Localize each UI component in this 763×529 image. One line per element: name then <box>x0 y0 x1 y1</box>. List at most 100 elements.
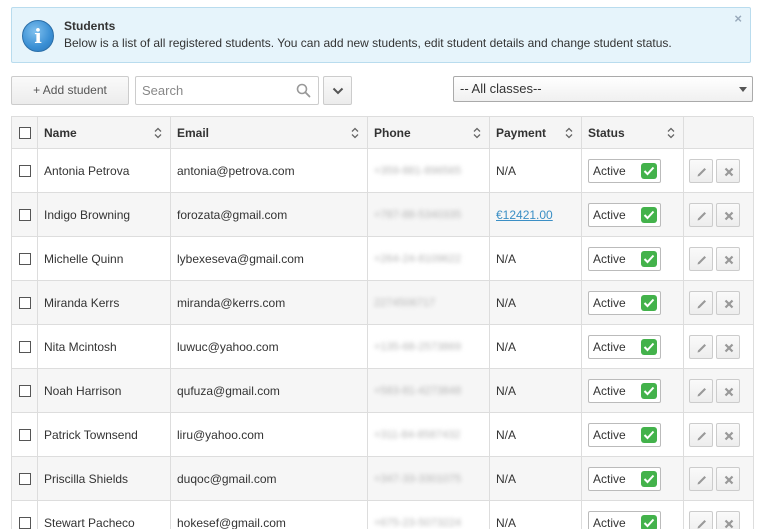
edit-button[interactable] <box>689 466 713 491</box>
student-status: Active <box>582 325 684 368</box>
student-email-text: miranda@kerrs.com <box>177 295 286 310</box>
check-icon <box>641 426 657 443</box>
student-name: Indigo Browning <box>38 193 171 236</box>
header-actions <box>684 117 754 148</box>
close-icon <box>724 343 734 352</box>
status-select[interactable]: Active <box>588 510 661 529</box>
row-checkbox[interactable] <box>18 428 31 441</box>
student-status: Active <box>582 193 684 236</box>
row-checkbox[interactable] <box>18 384 31 397</box>
student-phone-text: +311-84-8587432 <box>374 428 461 441</box>
delete-button[interactable] <box>716 466 740 491</box>
edit-button[interactable] <box>689 290 713 315</box>
close-icon <box>724 167 734 176</box>
edit-button[interactable] <box>689 202 713 227</box>
status-select[interactable]: Active <box>588 202 661 227</box>
student-phone: +264-24-8109622 <box>368 237 490 280</box>
pencil-icon <box>697 167 706 176</box>
pencil-icon <box>697 387 706 396</box>
student-payment-text: N/A <box>496 339 517 354</box>
row-checkbox[interactable] <box>18 296 31 309</box>
header-email[interactable]: Email <box>171 117 368 148</box>
check-icon <box>641 338 657 355</box>
header-name[interactable]: Name <box>38 117 171 148</box>
close-icon[interactable]: × <box>734 11 742 26</box>
status-select[interactable]: Active <box>588 378 661 403</box>
row-checkbox[interactable] <box>18 472 31 485</box>
student-payment: N/A <box>490 413 582 456</box>
row-actions <box>684 281 754 324</box>
status-select[interactable]: Active <box>588 422 661 447</box>
status-value: Active <box>593 383 626 398</box>
student-name-text: Stewart Pacheco <box>44 515 135 529</box>
student-status: Active <box>582 149 684 192</box>
student-phone: +311-84-8587432 <box>368 413 490 456</box>
row-checkbox[interactable] <box>18 340 31 353</box>
student-status: Active <box>582 457 684 500</box>
delete-button[interactable] <box>716 158 740 183</box>
delete-button[interactable] <box>716 510 740 529</box>
select-all-checkbox[interactable] <box>18 126 31 139</box>
student-email-text: forozata@gmail.com <box>177 207 288 222</box>
row-checkbox[interactable] <box>18 164 31 177</box>
class-filter-select[interactable]: -- All classes-- <box>453 76 753 102</box>
delete-button[interactable] <box>716 290 740 315</box>
edit-button[interactable] <box>689 378 713 403</box>
header-status[interactable]: Status <box>582 117 684 148</box>
student-phone: +347-33-3301075 <box>368 457 490 500</box>
pencil-icon <box>697 211 706 220</box>
edit-button[interactable] <box>689 422 713 447</box>
row-checkbox[interactable] <box>18 208 31 221</box>
delete-button[interactable] <box>716 334 740 359</box>
status-select[interactable]: Active <box>588 466 661 491</box>
status-select[interactable]: Active <box>588 246 661 271</box>
sort-icon <box>565 127 573 139</box>
header-payment[interactable]: Payment <box>490 117 582 148</box>
student-status: Active <box>582 501 684 529</box>
status-value: Active <box>593 427 626 442</box>
row-checkbox[interactable] <box>18 252 31 265</box>
close-icon <box>724 431 734 440</box>
student-email-text: lybexeseva@gmail.com <box>177 251 304 266</box>
row-actions <box>684 193 754 236</box>
student-name: Patrick Townsend <box>38 413 171 456</box>
edit-button[interactable] <box>689 246 713 271</box>
row-select-cell <box>12 501 38 529</box>
close-icon <box>724 387 734 396</box>
pencil-icon <box>697 431 706 440</box>
edit-button[interactable] <box>689 510 713 529</box>
search-box <box>135 76 319 105</box>
search-options-button[interactable] <box>323 76 352 105</box>
row-checkbox[interactable] <box>18 516 31 529</box>
delete-button[interactable] <box>716 378 740 403</box>
row-select-cell <box>12 281 38 324</box>
edit-button[interactable] <box>689 158 713 183</box>
add-student-button[interactable]: + Add student <box>11 76 129 105</box>
search-icon[interactable] <box>296 83 311 98</box>
delete-button[interactable] <box>716 202 740 227</box>
delete-button[interactable] <box>716 246 740 271</box>
status-select[interactable]: Active <box>588 158 661 183</box>
students-table: Name Email Phone Payment Status Antonia … <box>11 116 754 529</box>
student-email-text: liru@yahoo.com <box>177 427 264 442</box>
student-payment: €12421.00 <box>490 193 582 236</box>
pencil-icon <box>697 255 706 264</box>
table-row: Miranda Kerrs miranda@kerrs.com 22745067… <box>12 281 754 325</box>
row-select-cell <box>12 237 38 280</box>
row-actions <box>684 369 754 412</box>
row-actions <box>684 237 754 280</box>
student-phone-text: 2274506717 <box>374 296 436 309</box>
student-phone: 2274506717 <box>368 281 490 324</box>
header-phone[interactable]: Phone <box>368 117 490 148</box>
pencil-icon <box>697 343 706 352</box>
student-email: hokesef@gmail.com <box>171 501 368 529</box>
status-select[interactable]: Active <box>588 334 661 359</box>
status-value: Active <box>593 295 626 310</box>
edit-button[interactable] <box>689 334 713 359</box>
close-icon <box>724 475 734 484</box>
search-input[interactable] <box>136 77 286 104</box>
status-select[interactable]: Active <box>588 290 661 315</box>
student-phone: +583-81-4273848 <box>368 369 490 412</box>
payment-link[interactable]: €12421.00 <box>496 208 553 222</box>
delete-button[interactable] <box>716 422 740 447</box>
